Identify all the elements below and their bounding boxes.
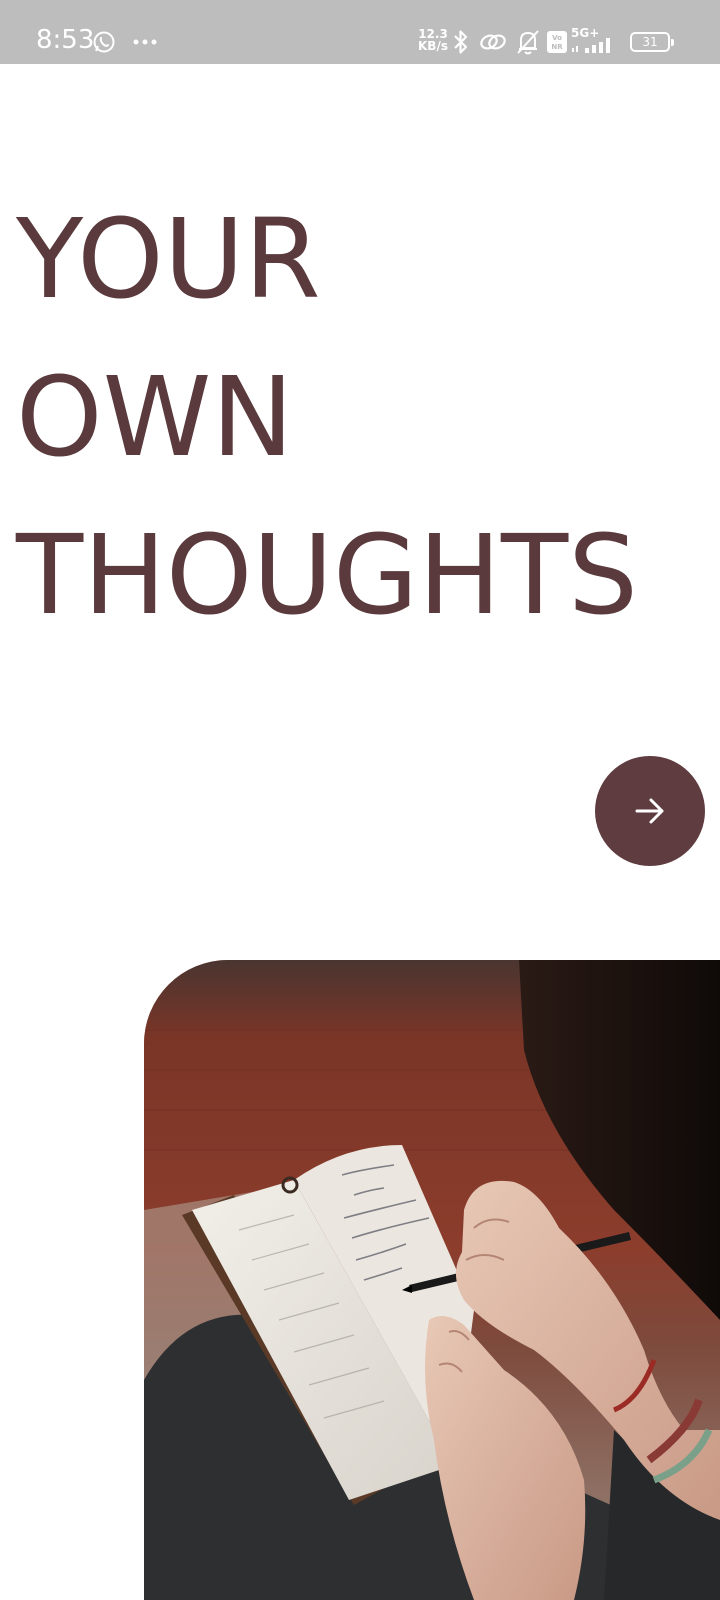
svg-text:Vo: Vo — [552, 34, 562, 42]
headline-line-1: YOUR — [16, 195, 321, 323]
next-button[interactable] — [595, 756, 705, 866]
hands-writing-in-notebook-photo — [144, 960, 720, 1600]
bluetooth-icon — [454, 30, 468, 54]
arrow-right-icon — [635, 798, 664, 824]
whatsapp-icon — [93, 31, 115, 53]
battery-level: 31 — [642, 35, 658, 49]
headline-line-2: OWN — [16, 353, 294, 481]
hero-headline: YOUR OWN THOUGHTS — [16, 180, 638, 654]
status-time: 8:53 — [36, 25, 95, 55]
headline-line-3: THOUGHTS — [16, 511, 638, 639]
more-dots-icon — [133, 39, 157, 45]
signal-icon — [572, 38, 610, 53]
bell-off-icon — [517, 30, 539, 55]
svg-text:NR: NR — [551, 43, 563, 51]
volte-icon: Vo NR — [547, 31, 567, 53]
link-icon — [480, 34, 506, 50]
battery-icon: 31 — [630, 32, 674, 52]
onboarding-screen: 8:53 12.3 KB/s Vo NR 5G+ 31 YOUR OWN THO… — [0, 0, 720, 1600]
network-speed-unit: KB/s — [418, 39, 448, 53]
network-speed: 12.3 KB/s — [418, 28, 448, 52]
status-bar: 8:53 12.3 KB/s Vo NR 5G+ 31 — [0, 0, 720, 64]
